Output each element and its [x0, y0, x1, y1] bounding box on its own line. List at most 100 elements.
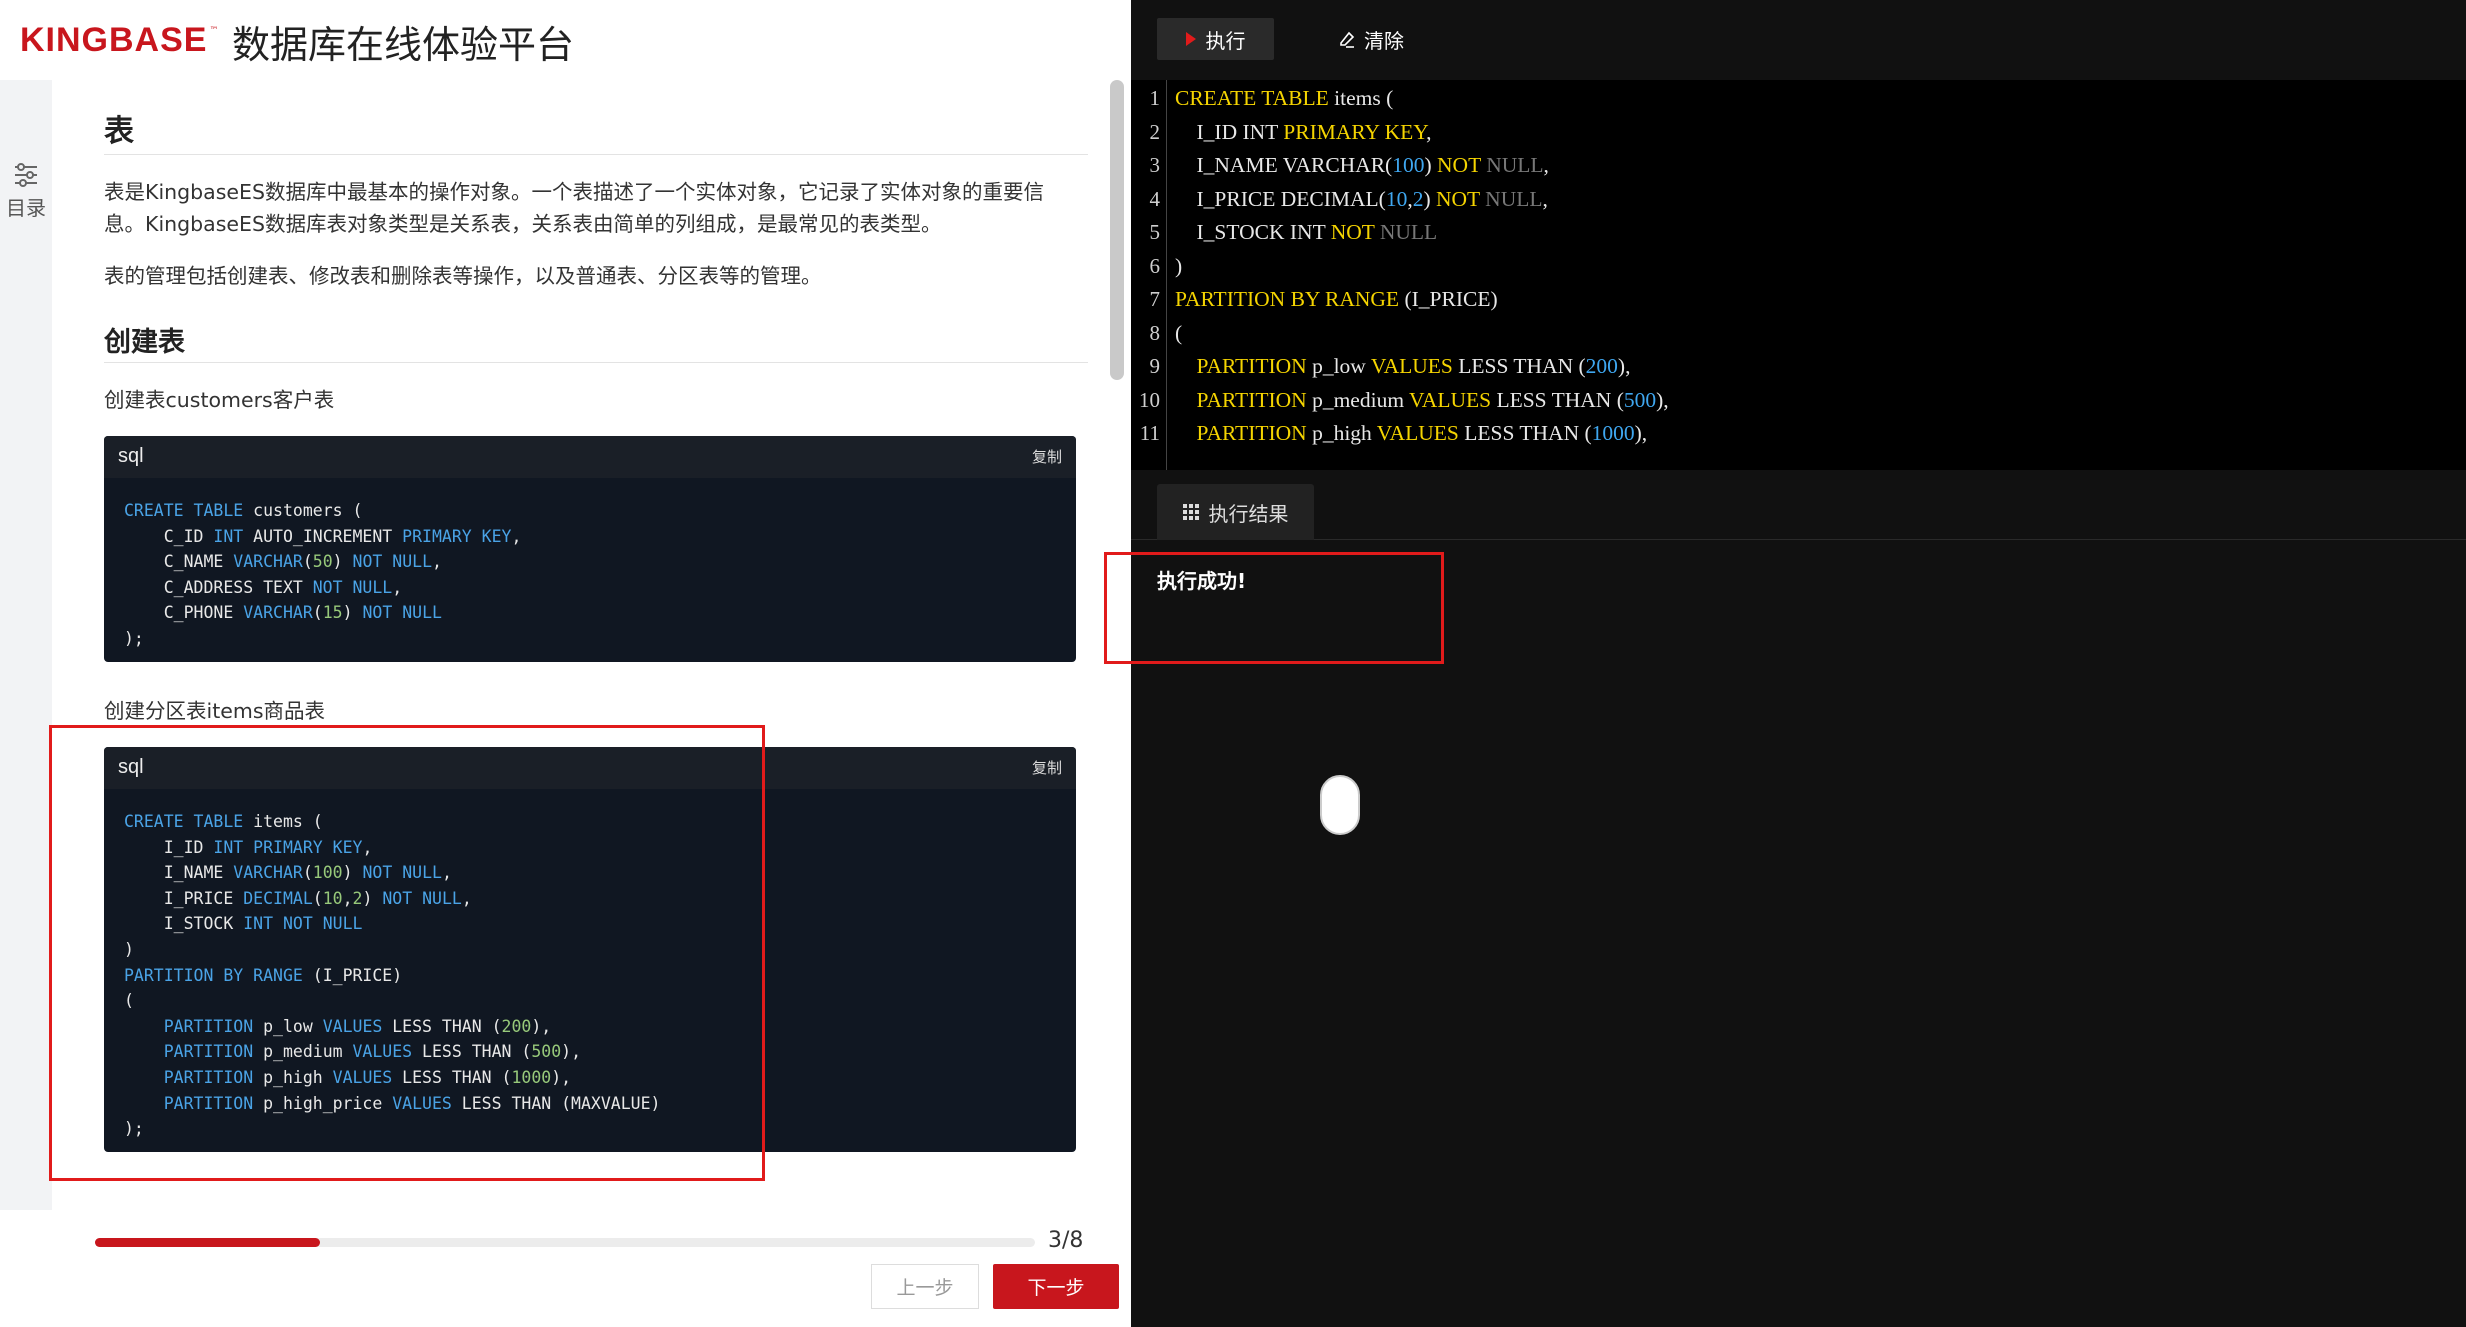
copy-button[interactable]: 复制: [1032, 446, 1062, 467]
code-token: I_PRICE: [124, 888, 244, 908]
code-token: ): [1423, 186, 1436, 211]
editor-line[interactable]: PARTITION p_low VALUES LESS THAN (200),: [1175, 354, 1631, 379]
code-token: ),: [1634, 421, 1648, 445]
editor-line[interactable]: PARTITION p_medium VALUES LESS THAN (500…: [1175, 388, 1669, 413]
code-token: I_PRICE DECIMAL(: [1175, 186, 1386, 211]
code-keyword: RANGE: [253, 965, 303, 985]
sliders-icon[interactable]: [13, 162, 39, 188]
app-title: 数据库在线体验平台: [232, 23, 575, 67]
code-token: LESS THAN (: [1452, 354, 1586, 378]
code-token: C_ADDRESS TEXT: [124, 577, 313, 597]
code-token: ,: [461, 888, 472, 908]
sql-editor[interactable]: 1 2 3 4 5 6 7 8 9 10 11 CREATE TABLE items ( I_ID …: [1131, 80, 2466, 470]
run-button[interactable]: 执行: [1157, 18, 1274, 60]
code-token: ): [332, 552, 353, 572]
line-number: 3: [1149, 153, 1161, 177]
code-keyword: CREATE: [124, 812, 184, 831]
logo-text: KINGBASE: [20, 20, 208, 59]
editor-line[interactable]: I_PRICE DECIMAL(10,2) NOT NULL,: [1175, 187, 1548, 212]
copy-button[interactable]: 复制: [1032, 757, 1062, 778]
line-number: 9: [1149, 354, 1161, 378]
line-number: 1: [1149, 86, 1161, 110]
editor-line[interactable]: CREATE TABLE items (: [1175, 86, 1393, 111]
code-keyword: NULL: [392, 552, 433, 572]
editor-line[interactable]: I_NAME VARCHAR(100) NOT NULL,: [1175, 153, 1549, 178]
code-keyword: PARTITION: [1196, 387, 1307, 412]
code-token: ),: [551, 1067, 572, 1087]
code-token: ,: [432, 552, 442, 572]
toc-sidebar[interactable]: 目录: [0, 80, 52, 1210]
code-keyword: CREATE TABLE: [1175, 86, 1329, 110]
code-keyword: INT: [243, 914, 274, 934]
editor-line[interactable]: (: [1175, 321, 1182, 346]
code-language: sql: [118, 756, 144, 778]
code-token: customers (: [243, 501, 363, 520]
code-keyword: NOT: [352, 552, 383, 572]
code-keyword: INT: [213, 526, 244, 546]
code-keyword: PARTITION: [163, 1016, 254, 1036]
code-token: );: [124, 1119, 144, 1139]
line-number: 6: [1149, 253, 1161, 278]
code-block-header: sql 复制: [104, 747, 1076, 789]
code-token: (: [312, 603, 323, 623]
divider: [104, 154, 1088, 155]
editor-line[interactable]: PARTITION BY RANGE (I_PRICE): [1175, 287, 1498, 312]
kingbase-logo: KINGBASE ™: [20, 20, 218, 60]
code-token: ,: [441, 863, 452, 883]
console-toolbar: 执行 清除: [1131, 0, 2466, 80]
code-token: ): [1175, 253, 1183, 278]
code-token: LESS THAN (: [392, 1067, 512, 1087]
code-token: p_medium: [253, 1042, 353, 1062]
section-title-create: 创建表: [104, 327, 185, 358]
code-number: 1000: [511, 1067, 552, 1087]
editor-line[interactable]: PARTITION p_high VALUES LESS THAN (1000)…: [1175, 421, 1648, 446]
code-token: ),: [561, 1042, 582, 1062]
divider: [104, 362, 1088, 363]
code-keyword: PARTITION: [1196, 421, 1307, 445]
clear-button[interactable]: 清除: [1321, 18, 1421, 60]
code-keyword: PRIMARY: [253, 837, 323, 857]
tutorial-panel: KINGBASE ™ 数据库在线体验平台 目录 表 表是KingbaseES数据…: [0, 0, 1131, 1327]
code-token: (: [312, 888, 323, 908]
tab-results[interactable]: 执行结果: [1157, 484, 1314, 540]
code-token: ,: [511, 526, 522, 546]
code-token: (I_PRICE): [302, 965, 403, 985]
code-keyword: NOT: [382, 888, 413, 908]
prev-step-button[interactable]: 上一步: [871, 1264, 979, 1309]
code-keyword: PARTITION BY RANGE: [1175, 287, 1400, 311]
document-scrollbar[interactable]: [1110, 80, 1124, 380]
code-token: items (: [1328, 86, 1394, 110]
caption-items: 创建分区表items商品表: [104, 699, 325, 723]
code-number: 100: [1392, 153, 1425, 177]
code-number: 10: [322, 888, 343, 908]
editor-line[interactable]: I_ID INT PRIMARY KEY,: [1175, 119, 1432, 145]
code-token: LESS THAN (: [1458, 421, 1592, 445]
code-keyword: VARCHAR: [233, 863, 303, 883]
code-keyword: NOT: [312, 577, 343, 597]
code-token: (I_PRICE): [1399, 287, 1498, 311]
code-keyword: NOT: [1435, 186, 1480, 211]
editor-line[interactable]: ): [1175, 254, 1182, 279]
code-token: ,: [1426, 119, 1432, 144]
code-keyword: PRIMARY: [402, 526, 472, 546]
code-token: p_high: [1306, 421, 1377, 445]
code-token: I_STOCK: [124, 914, 244, 934]
next-step-button[interactable]: 下一步: [993, 1264, 1119, 1309]
section-title-table: 表: [104, 114, 134, 149]
code-token: ): [1424, 153, 1438, 177]
editor-line[interactable]: I_STOCK INT NOT NULL: [1175, 220, 1438, 245]
run-label: 执行: [1205, 28, 1246, 53]
code-keyword: VALUES: [1409, 387, 1492, 412]
toc-label[interactable]: 目录: [6, 192, 46, 221]
code-keyword: PARTITION: [1196, 354, 1307, 378]
code-number: 10: [1385, 186, 1408, 211]
panel-edge-handle[interactable]: [1320, 775, 1360, 835]
code-keyword: VALUES: [322, 1016, 383, 1036]
code-keyword: NULL: [402, 603, 442, 623]
